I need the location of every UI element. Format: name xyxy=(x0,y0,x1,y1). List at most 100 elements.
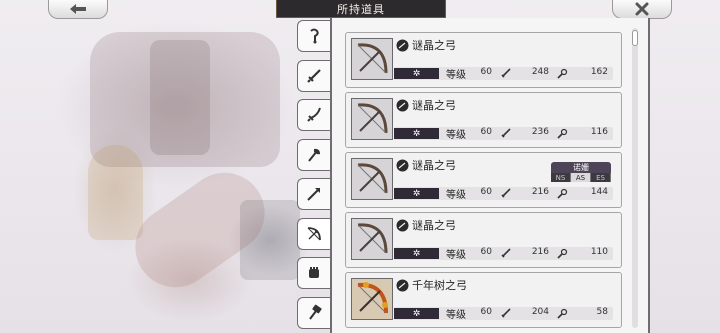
item-name: 谜晶之弓 xyxy=(412,99,456,112)
spear-icon xyxy=(307,188,320,201)
sword-icon xyxy=(307,69,321,83)
list-item[interactable]: 谜晶之弓 ✲ 等级 60 216 110 xyxy=(345,212,622,268)
amulet-icon xyxy=(310,28,319,44)
slot-ns: NS xyxy=(551,173,571,182)
scrollbar-thumb[interactable] xyxy=(632,30,638,46)
magic-value: 116 xyxy=(590,127,608,137)
list-item[interactable]: 千年树之弓 ✲ 等级 60 204 58 xyxy=(345,272,622,328)
attack-sword-icon xyxy=(501,68,511,78)
item-thumbnail xyxy=(351,158,393,200)
tab-amulet[interactable] xyxy=(297,20,330,52)
tab-bow[interactable] xyxy=(297,218,330,250)
item-stats: ✲ 等级 60 236 116 xyxy=(394,127,613,141)
magic-wand-icon xyxy=(557,248,568,259)
item-thumbnail xyxy=(351,38,393,80)
item-stats: ✲ 等级 60 216 110 xyxy=(394,247,613,261)
equipped-slots: NS AS ES xyxy=(551,173,611,182)
axe-icon xyxy=(308,148,320,162)
level-value: 60 xyxy=(480,127,492,137)
item-thumbnail xyxy=(351,218,393,260)
saber-icon xyxy=(307,107,321,122)
attack-sword-icon xyxy=(501,188,511,198)
tab-sword[interactable] xyxy=(297,60,330,92)
tab-axe[interactable] xyxy=(297,139,330,171)
list-item[interactable]: 谜晶之弓 ✲ 等级 60 236 116 xyxy=(345,92,622,148)
attack-value: 204 xyxy=(531,307,549,317)
sparkle-icon: ✲ xyxy=(412,128,421,139)
scrollbar-track[interactable] xyxy=(632,28,638,328)
arrow-left-icon xyxy=(70,4,86,14)
attack-value: 236 xyxy=(531,127,549,137)
fist-icon xyxy=(309,267,319,278)
level-value: 60 xyxy=(480,307,492,317)
attack-value: 216 xyxy=(531,247,549,257)
bow-icon xyxy=(357,103,388,134)
item-stats: ✲ 等级 60 204 58 xyxy=(394,307,613,321)
hammer-icon xyxy=(309,304,322,320)
level-label: 等级 xyxy=(446,250,466,261)
attack-sword-icon xyxy=(501,128,511,138)
bow-icon xyxy=(357,163,388,194)
element-icon xyxy=(396,219,409,232)
flame-bow-icon xyxy=(357,282,388,314)
list-item[interactable]: 谜晶之弓 ✲ 等级 60 248 162 xyxy=(345,32,622,88)
books-illustration xyxy=(240,200,300,280)
attack-sword-icon xyxy=(501,308,511,318)
sparkle-icon: ✲ xyxy=(412,68,421,79)
bow-icon xyxy=(307,227,321,241)
magic-wand-icon xyxy=(557,308,568,319)
level-label: 等级 xyxy=(446,190,466,201)
item-name: 谜晶之弓 xyxy=(412,39,456,52)
magic-value: 110 xyxy=(590,247,608,257)
slot-es: ES xyxy=(591,173,611,182)
sparkle-icon: ✲ xyxy=(412,188,421,199)
back-button[interactable] xyxy=(48,0,108,19)
magic-wand-icon xyxy=(557,68,568,79)
attribute-box: ✲ xyxy=(394,188,439,199)
list-item[interactable]: 谜晶之弓 诺姗 NS AS ES ✲ 等级 60 216 144 xyxy=(345,152,622,208)
equipped-badge: 诺姗 NS AS ES xyxy=(551,162,611,182)
tab-saber[interactable] xyxy=(297,99,330,131)
item-name: 千年树之弓 xyxy=(412,279,467,292)
item-name: 谜晶之弓 xyxy=(412,219,456,232)
element-icon xyxy=(396,159,409,172)
close-button[interactable] xyxy=(612,0,672,19)
top-bar: 所持道具 xyxy=(0,0,720,19)
page-title: 所持道具 xyxy=(276,0,446,18)
close-x-icon xyxy=(635,2,649,16)
item-stats: ✲ 等级 60 248 162 xyxy=(394,67,613,81)
tab-hammer[interactable] xyxy=(297,297,330,329)
element-icon xyxy=(396,39,409,52)
item-thumbnail xyxy=(351,98,393,140)
magic-value: 58 xyxy=(596,307,608,317)
tab-fist[interactable] xyxy=(297,257,330,289)
element-icon xyxy=(396,99,409,112)
magic-wand-icon xyxy=(557,188,568,199)
tab-spear[interactable] xyxy=(297,178,330,210)
bag-strap-illustration xyxy=(150,40,210,155)
bow-icon xyxy=(357,43,388,74)
level-value: 60 xyxy=(480,67,492,77)
magic-value: 162 xyxy=(590,67,608,77)
item-name: 谜晶之弓 xyxy=(412,159,456,172)
attack-value: 248 xyxy=(531,67,549,77)
slot-as: AS xyxy=(571,173,591,182)
level-value: 60 xyxy=(480,187,492,197)
item-thumbnail xyxy=(351,278,393,320)
sparkle-icon: ✲ xyxy=(412,248,421,259)
equipped-owner: 诺姗 xyxy=(551,162,611,173)
magic-value: 144 xyxy=(590,187,608,197)
attribute-box: ✲ xyxy=(394,308,439,319)
attribute-box: ✲ xyxy=(394,248,439,259)
element-icon xyxy=(396,279,409,292)
attack-value: 216 xyxy=(531,187,549,197)
attribute-box: ✲ xyxy=(394,128,439,139)
level-label: 等级 xyxy=(446,70,466,81)
bow-icon xyxy=(357,223,388,254)
lamp-illustration xyxy=(88,145,143,240)
level-label: 等级 xyxy=(446,130,466,141)
level-value: 60 xyxy=(480,247,492,257)
attack-sword-icon xyxy=(501,248,511,258)
sparkle-icon: ✲ xyxy=(412,308,421,319)
magic-wand-icon xyxy=(557,128,568,139)
